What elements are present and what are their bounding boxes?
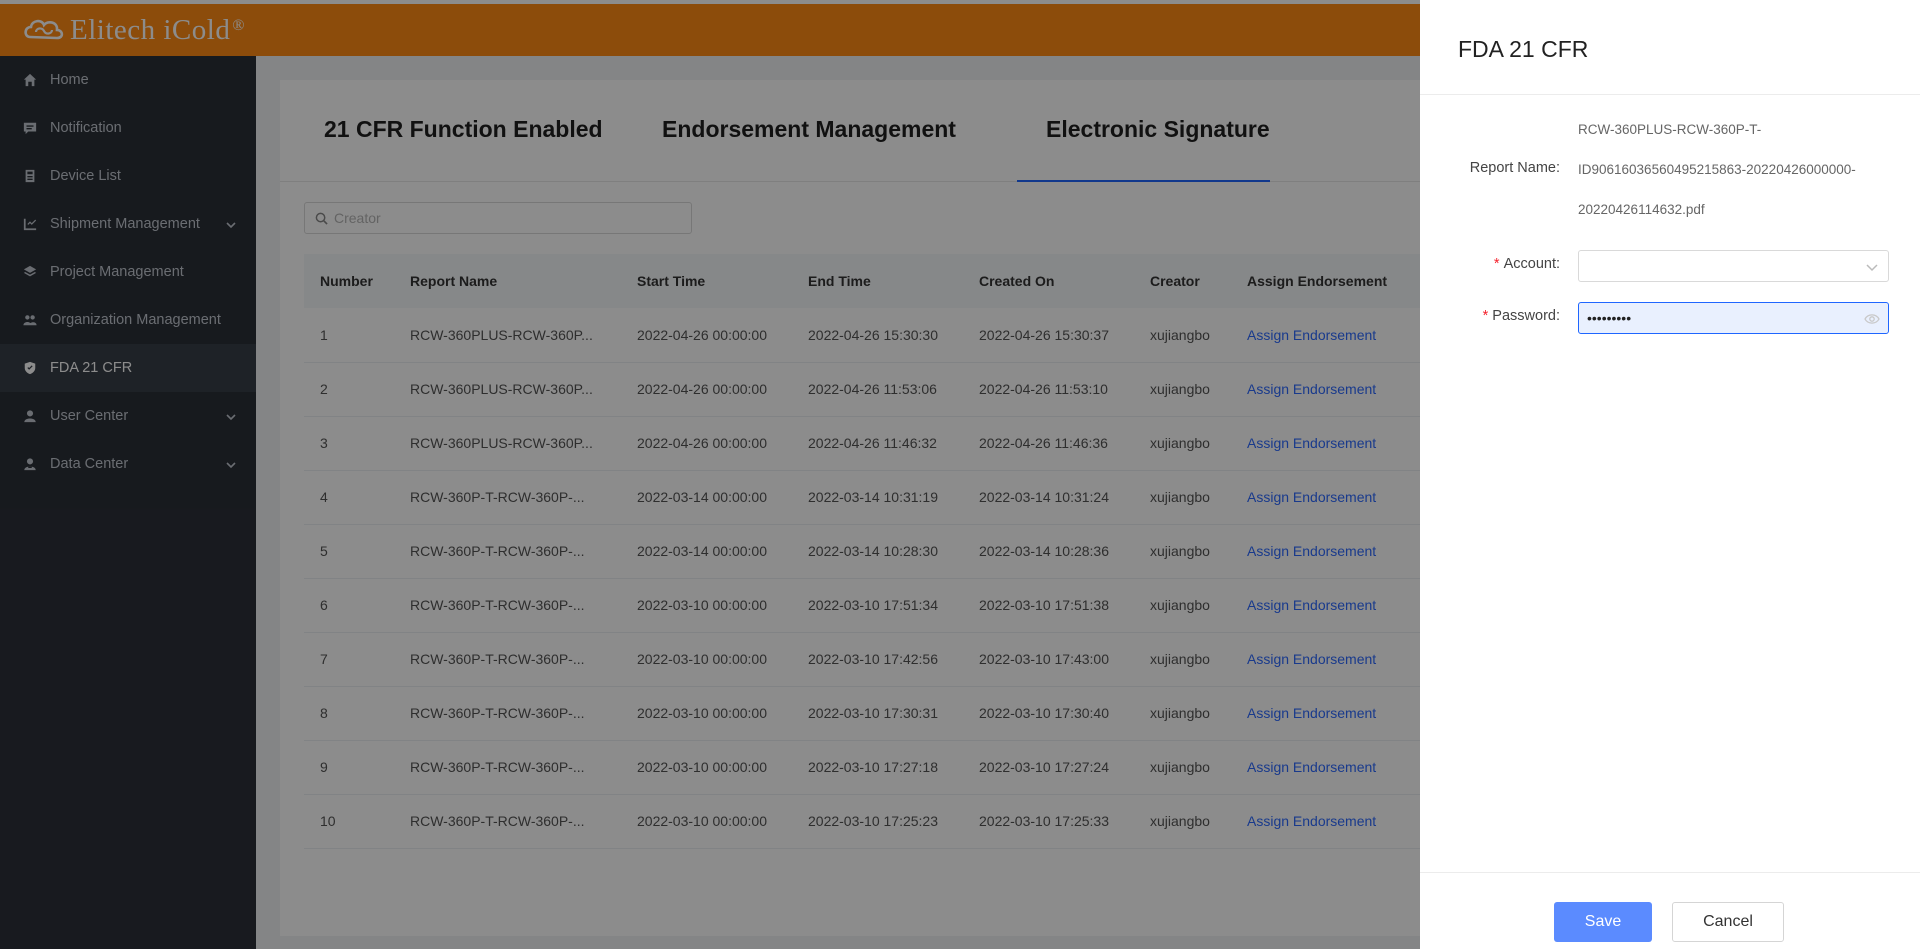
chevron-down-icon [1866, 264, 1878, 272]
report-name-line: RCW-360PLUS-RCW-360P-T- [1578, 122, 1762, 137]
password-label-text: Password: [1492, 308, 1560, 324]
account-label: * Account: [1420, 256, 1560, 272]
report-name-label: Report Name: [1469, 160, 1560, 176]
cancel-button[interactable]: Cancel [1672, 902, 1784, 942]
drawer-title: FDA 21 CFR [1458, 36, 1589, 62]
account-label-text: Account: [1503, 256, 1560, 272]
eye-icon[interactable] [1864, 312, 1880, 324]
password-input[interactable] [1587, 310, 1857, 326]
password-label: * Password: [1420, 308, 1560, 324]
report-name-line: 20220426114632.pdf [1578, 202, 1705, 217]
divider [1420, 872, 1920, 873]
account-select[interactable] [1578, 250, 1889, 282]
fda-21-cfr-drawer: FDA 21 CFR Report Name: RCW-360PLUS-RCW-… [1420, 0, 1920, 949]
required-mark: * [1493, 256, 1500, 272]
report-name-line: ID9061603656049521586​3-20220426000000- [1578, 162, 1856, 177]
save-button[interactable]: Save [1554, 902, 1652, 942]
divider [1420, 94, 1920, 95]
drawer-top-strip [1420, 0, 1920, 4]
password-field[interactable] [1578, 302, 1889, 334]
required-mark: * [1482, 308, 1489, 324]
